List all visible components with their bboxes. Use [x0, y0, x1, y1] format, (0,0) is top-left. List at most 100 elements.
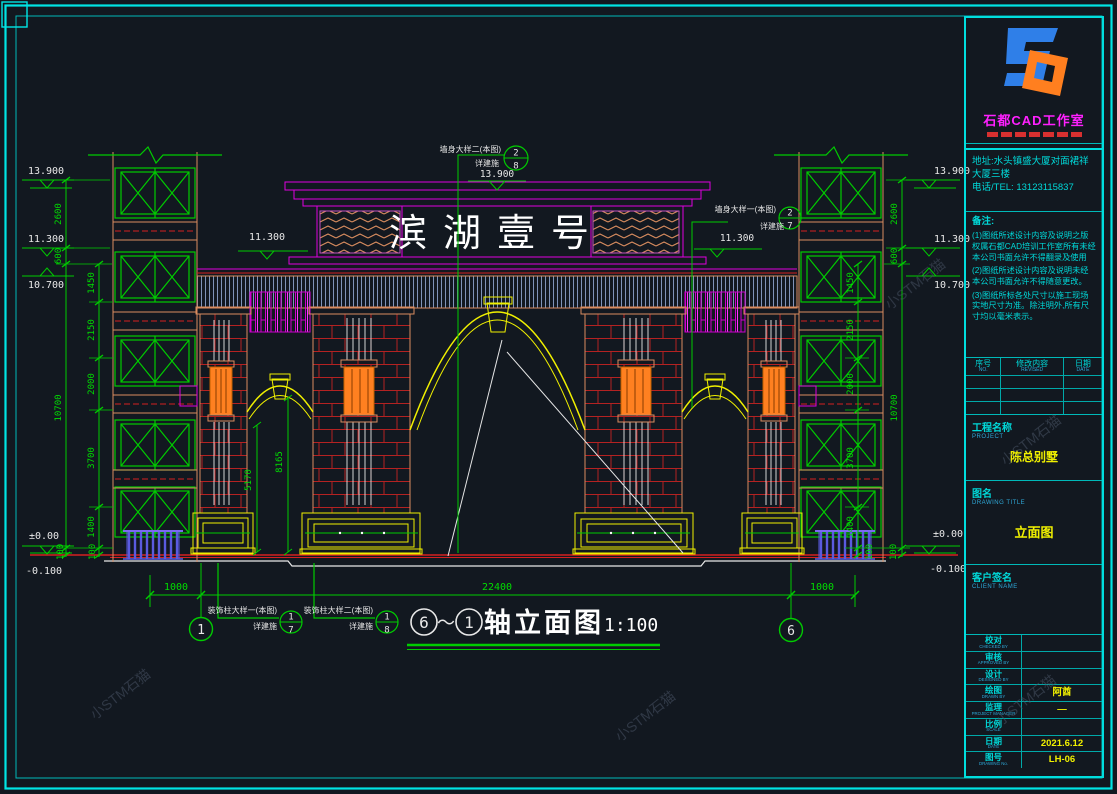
svg-text:13.900: 13.900 — [28, 166, 64, 177]
svg-text:小STM石猫: 小STM石猫 — [87, 666, 153, 723]
right-arch-header — [685, 292, 745, 332]
svg-text:轴立面图: 轴立面图 — [484, 607, 604, 638]
signoff-table: 校对CHECKED BY 审核APPROVED BY 设计DESIGNED BY… — [966, 635, 1102, 768]
svg-text:详建施: 详建施 — [349, 621, 373, 631]
studio-name: 石都CAD工作室 — [966, 110, 1102, 129]
signoff-row-checked: 校对CHECKED BY — [966, 635, 1102, 652]
svg-text:600: 600 — [890, 248, 900, 264]
svg-text:±0.00: ±0.00 — [933, 529, 963, 540]
studio-tagline-marks — [966, 132, 1102, 137]
cad-sheet: 滨湖壹号 5170 8165 13.900 11.300 10.700 ±0.0… — [0, 0, 1117, 794]
note-1: (1)图纸所述设计内容及说明之版权属石都CAD培训工作室所有未经本公司书面允许不… — [972, 231, 1096, 263]
project-section: 工程名称 PROJECT 陈总别墅 — [966, 415, 1102, 481]
project-name: 陈总别墅 — [972, 448, 1096, 465]
svg-text:2150: 2150 — [87, 319, 97, 341]
left-bay — [191, 307, 422, 554]
left-arch-header — [250, 292, 310, 332]
drawing-title-value: 立面图 — [972, 522, 1096, 541]
svg-text:7: 7 — [787, 222, 792, 232]
dim-5170: 5170 — [244, 469, 254, 491]
project-label: 工程名称 — [972, 419, 1096, 434]
callout-wall-detail-2: 墙身大样二(本图) 2 8 详建施 13.900 — [440, 144, 528, 553]
left-dim-chains — [56, 177, 113, 558]
rev-cell — [1001, 376, 1064, 389]
svg-text:1000: 1000 — [810, 582, 834, 593]
rev-cell — [1064, 389, 1102, 402]
signoff-row-scale: 比例SCALE — [966, 719, 1102, 736]
left-fence — [123, 531, 183, 559]
svg-text:装饰柱大样一(本图): 装饰柱大样一(本图) — [208, 605, 278, 615]
gate-sign-text: 滨湖壹号 — [389, 213, 605, 255]
inner-elevation-11300: 11.300 — [238, 232, 308, 259]
svg-text:100: 100 — [889, 544, 899, 560]
left-tower-band — [180, 386, 197, 406]
svg-text:1: 1 — [384, 613, 389, 623]
notes-title: 备注: — [972, 216, 994, 227]
svg-text:2000: 2000 — [846, 373, 856, 395]
left-dim-labels: 2600 600 10700 100 1450 2150 2000 3700 1… — [54, 203, 98, 560]
rev-cell — [1001, 389, 1064, 402]
phone: 电话/TEL: 13123115837 — [972, 182, 1096, 195]
svg-text:详建施: 详建施 — [475, 158, 499, 168]
note-2: (2)图纸所述设计内容及说明未经本公司书面允许不得随意更改。 — [972, 266, 1096, 287]
svg-text:11.300: 11.300 — [28, 234, 64, 245]
studio-logo — [992, 24, 1076, 104]
address-line1: 地址:水头镇盛大厦对面裙祥 — [972, 156, 1096, 169]
logo-d-shape — [1022, 50, 1068, 96]
svg-text:100: 100 — [88, 544, 98, 560]
signoff-row-manager: 监理PROJECT MANAGER — — [966, 702, 1102, 719]
svg-text:11.300: 11.300 — [249, 232, 285, 243]
svg-text:3700: 3700 — [846, 447, 856, 469]
right-bay — [573, 307, 804, 554]
svg-text:1400: 1400 — [846, 516, 856, 538]
svg-text:1450: 1450 — [846, 272, 856, 294]
svg-text:-0.100: -0.100 — [26, 566, 62, 577]
svg-text:2: 2 — [513, 149, 518, 159]
signoff-row-approved: 审核APPROVED BY — [966, 652, 1102, 669]
svg-text:1: 1 — [288, 613, 293, 623]
view-title: 6 ～ 1 轴立面图 1:100 — [407, 607, 660, 650]
svg-text:100: 100 — [865, 544, 875, 560]
rev-header-content: 修改内容REVISED — [1001, 358, 1064, 376]
note-3: (3)图纸所标各处尺寸以施工现场实地尺寸为准。除注明外,所有尺寸均以毫米表示。 — [972, 291, 1096, 323]
svg-text:2: 2 — [787, 209, 792, 219]
client-section: 客户签名 CLIENT NAME — [966, 565, 1102, 635]
svg-text:1000: 1000 — [164, 582, 188, 593]
notes-section: 备注: (1)图纸所述设计内容及说明之版权属石都CAD培训工作室所有未经本公司书… — [966, 212, 1102, 358]
svg-text:13.900: 13.900 — [480, 169, 515, 180]
svg-text:±0.00: ±0.00 — [29, 531, 59, 542]
signoff-row-date: 日期DATE 2021.6.12 — [966, 736, 1102, 753]
signoff-row-designed: 设计DESIGNED BY — [966, 669, 1102, 686]
svg-text:1: 1 — [464, 613, 474, 632]
rev-cell — [1064, 402, 1102, 415]
callout-column-detail-1: 装饰柱大样一(本图) 详建施 1 7 — [208, 563, 302, 636]
rev-cell — [966, 402, 1001, 415]
svg-text:详建施: 详建施 — [760, 221, 784, 231]
right-elevation-markers: 13.900 11.300 10.700 ±0.00 -0.100 — [906, 166, 970, 575]
svg-text:2000: 2000 — [87, 373, 97, 395]
svg-text:小STM石猫: 小STM石猫 — [612, 688, 678, 745]
grid-bubble-6: 6 — [787, 624, 795, 639]
elevation-drawing-canvas: 滨湖壹号 5170 8165 13.900 11.300 10.700 ±0.0… — [0, 0, 1117, 794]
studio-logo-section: 石都CAD工作室 — [966, 18, 1102, 144]
rev-cell — [1064, 376, 1102, 389]
svg-text:1400: 1400 — [87, 516, 97, 538]
svg-text:-0.100: -0.100 — [930, 564, 966, 575]
rev-cell — [966, 389, 1001, 402]
address-section: 地址:水头镇盛大厦对面裙祥 大厦三楼 电话/TEL: 13123115837 — [966, 150, 1102, 212]
project-label-en: PROJECT — [972, 434, 1096, 440]
svg-text:22400: 22400 — [482, 582, 512, 593]
grid-bubble-1: 1 — [197, 623, 205, 638]
drawing-title-section: 图名 DRAWING TITLE 立面图 — [966, 481, 1102, 565]
address-line2: 大厦三楼 — [972, 169, 1096, 182]
rev-header-no: 序号NO. — [966, 358, 1001, 376]
rev-cell — [966, 376, 1001, 389]
signoff-row-number: 图号DRAWING No. LH-06 — [966, 752, 1102, 768]
right-tower-band — [799, 386, 816, 406]
svg-text:10700: 10700 — [54, 394, 64, 421]
svg-text:详建施: 详建施 — [253, 621, 277, 631]
svg-text:600: 600 — [54, 248, 64, 264]
svg-text:2600: 2600 — [890, 203, 900, 225]
signoff-row-drawn: 绘图DRAWN BY 阿酋 — [966, 685, 1102, 702]
right-herringbone-panel — [593, 211, 679, 253]
